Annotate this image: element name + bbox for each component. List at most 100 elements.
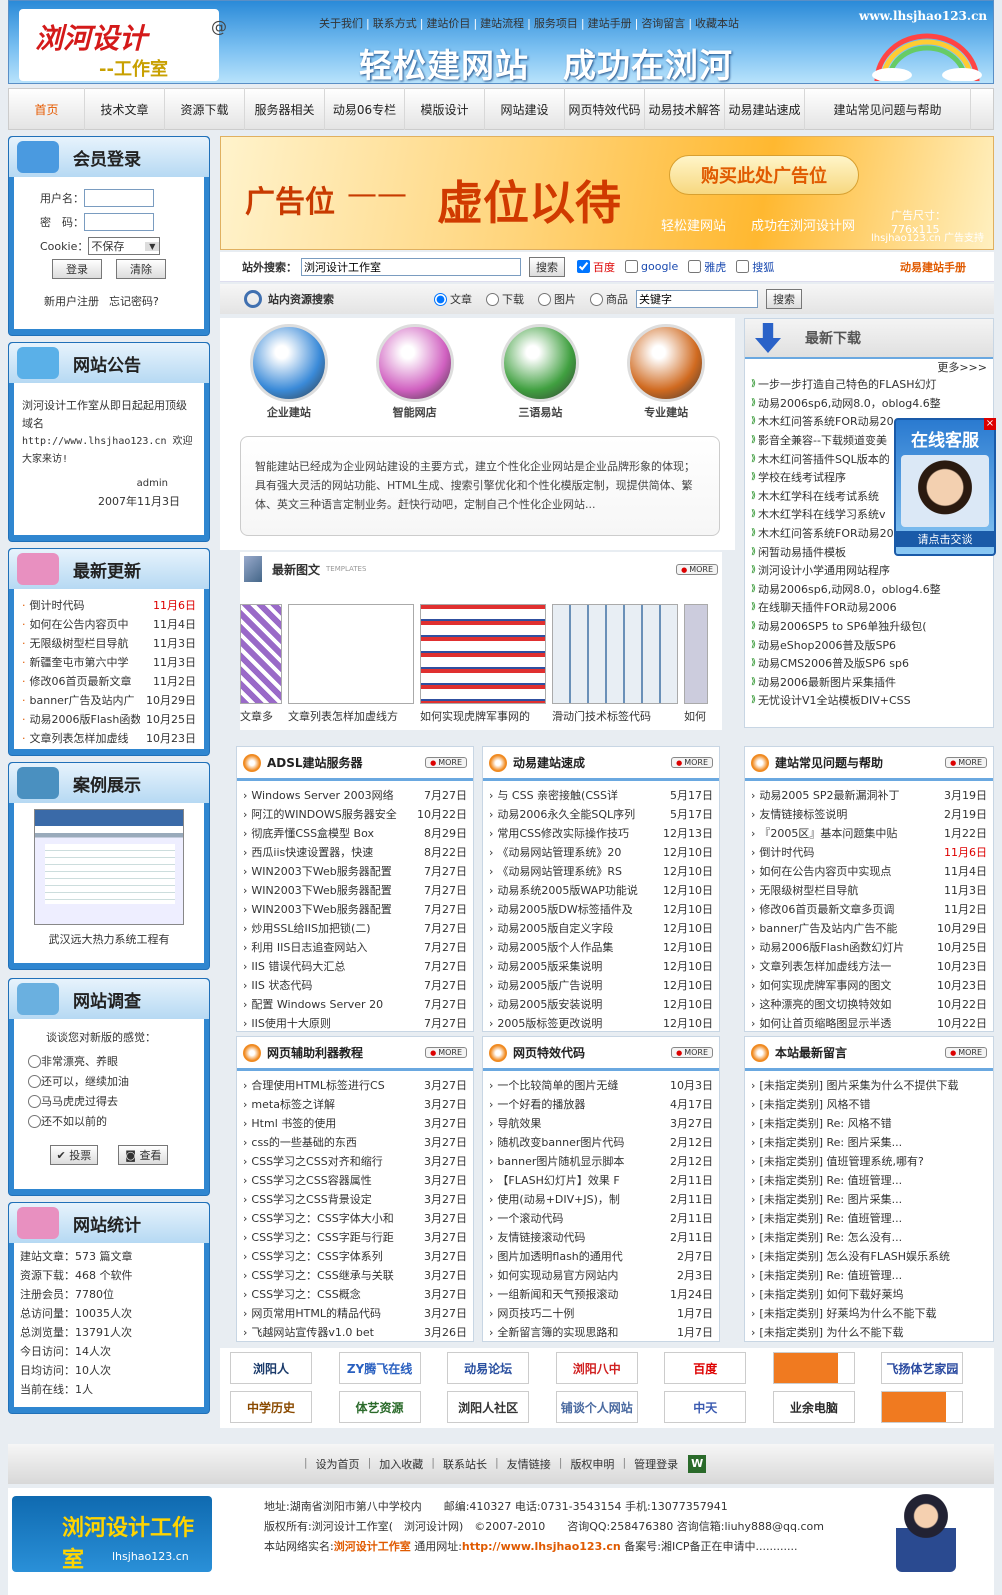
- list-item[interactable]: 配置 Windows Server 20 7月27日: [243, 994, 467, 1013]
- survey-radio[interactable]: [28, 1054, 41, 1068]
- list-item[interactable]: 常用CSS修改实际操作技巧 12月13日: [489, 823, 713, 842]
- list-item[interactable]: 这种漂亮的图文切换特效如 10月22日: [751, 994, 987, 1013]
- list-item[interactable]: 合理使用HTML标签进行CS 3月27日: [243, 1075, 467, 1094]
- list-item[interactable]: 修改06首页最新文章 11月2日: [22, 671, 197, 690]
- list-item[interactable]: IIS 状态代码 7月27日: [243, 975, 467, 994]
- list-item[interactable]: 如何实现动易官方网站内 2月3日: [489, 1265, 713, 1284]
- list-item[interactable]: 一个滚动代码 2月11日: [489, 1208, 713, 1227]
- friend-logo[interactable]: 浏阳人: [230, 1352, 312, 1384]
- list-item[interactable]: 图片加透明flash的通用代 2月7日: [489, 1246, 713, 1265]
- list-item[interactable]: IIS 错误代码大汇总 7月27日: [243, 956, 467, 975]
- list-item[interactable]: CSS学习之：CSS字体大小和 3月27日: [243, 1208, 467, 1227]
- list-item[interactable]: WIN2003下Web服务器配置 7月27日: [243, 861, 467, 880]
- friend-logo[interactable]: 中学历史: [230, 1391, 312, 1423]
- nav-item[interactable]: 动易建站速成: [725, 88, 805, 130]
- friend-logo[interactable]: 浏阳八中: [555, 1352, 638, 1384]
- friend-logo[interactable]: 业余电脑: [772, 1391, 855, 1423]
- list-item[interactable]: 如何在公告内容页中实现点 11月4日: [751, 861, 987, 880]
- list-item[interactable]: 修改06首页最新文章多页调 11月2日: [751, 899, 987, 918]
- list-item[interactable]: CSS学习之：CSS字距与行距 3月27日: [243, 1227, 467, 1246]
- list-item[interactable]: 2005版标签更改说明 12月10日: [489, 1013, 713, 1032]
- list-item[interactable]: 『2005区』基本问题集中贴 1月22日: [751, 823, 987, 842]
- list-item[interactable]: 动易2005版广告说明 12月10日: [489, 975, 713, 994]
- manual-link[interactable]: 动易建站手册: [900, 259, 966, 275]
- top-link[interactable]: 服务项目: [534, 17, 578, 30]
- list-item[interactable]: 一个比较简单的图片无缝 10月3日: [489, 1075, 713, 1094]
- more-button[interactable]: MORE: [671, 1047, 713, 1058]
- search-engine-checkbox[interactable]: [625, 260, 638, 273]
- friend-logo[interactable]: [772, 1352, 855, 1384]
- list-item[interactable]: 利用 IIS日志追查网站入 7月27日: [243, 937, 467, 956]
- search-type-option[interactable]: 图片: [538, 291, 576, 307]
- list-item[interactable]: meta标签之详解 3月27日: [243, 1094, 467, 1113]
- footer-link[interactable]: 管理登录: [634, 1456, 678, 1472]
- survey-option[interactable]: 非常漂亮、养眼: [22, 1051, 196, 1071]
- friend-logo[interactable]: 中天: [664, 1391, 747, 1423]
- more-button[interactable]: MORE: [945, 757, 987, 768]
- ad-banner[interactable]: 广告位 —— 虚位以待 购买此处广告位 轻松建网站 成功在浏河设计网 广告尺寸：…: [220, 136, 994, 250]
- password-input[interactable]: [84, 213, 154, 231]
- list-item[interactable]: 使用(动易+DIV+JS)，制 2月11日: [489, 1189, 713, 1208]
- list-item[interactable]: 动易2005版安装说明 12月10日: [489, 994, 713, 1013]
- list-item[interactable]: 飞越网站宣传器v1.0 bet 3月26日: [243, 1322, 467, 1341]
- footer-link[interactable]: 设为首页: [316, 1456, 360, 1472]
- list-item[interactable]: 炒用SSL给IIS加把锁(二) 7月27日: [243, 918, 467, 937]
- external-search-button[interactable]: 搜索: [529, 256, 565, 277]
- list-item[interactable]: 西瓜iis快速设置器，快速 8月22日: [243, 842, 467, 861]
- downloads-more-link[interactable]: 更多>>>: [745, 359, 993, 375]
- list-item[interactable]: CSS学习之CSS容器属性 3月27日: [243, 1170, 467, 1189]
- more-button[interactable]: MORE: [671, 757, 713, 768]
- download-item[interactable]: ⟫ 动易CMS2006普及版SP6 sp6: [751, 654, 987, 673]
- search-engine-checkbox[interactable]: [577, 260, 590, 273]
- download-item[interactable]: ⟫ 动易2006最新图片采集插件: [751, 673, 987, 692]
- search-engine-checkbox[interactable]: [688, 260, 702, 273]
- nav-item[interactable]: 网页特效代码: [565, 88, 645, 130]
- more-button[interactable]: MORE: [425, 757, 467, 768]
- list-item[interactable]: CSS学习之：CSS字体系列 3月27日: [243, 1246, 467, 1265]
- list-item[interactable]: 无限级树型栏目导航 11月3日: [751, 880, 987, 899]
- picture-item[interactable]: 滑动门技术标签代码: [552, 604, 678, 724]
- list-item[interactable]: [未指定类别] Re: 值班管理...: [751, 1170, 987, 1189]
- picture-item[interactable]: 如何实现虎牌军事网的: [420, 604, 546, 724]
- forgot-password-link[interactable]: 忘记密码?: [109, 293, 159, 309]
- nav-item[interactable]: 资源下载: [165, 88, 245, 130]
- more-button[interactable]: MORE: [425, 1047, 467, 1058]
- list-item[interactable]: [未指定类别] 风格不错: [751, 1094, 987, 1113]
- top-link[interactable]: 关于我们: [319, 17, 363, 30]
- list-item[interactable]: [未指定类别] Re: 值班管理...: [751, 1208, 987, 1227]
- list-item[interactable]: 【FLASH幻灯片】效果 F 2月11日: [489, 1170, 713, 1189]
- list-item[interactable]: banner广告及站内广 10月29日: [22, 690, 197, 709]
- search-type-radio[interactable]: [538, 292, 551, 306]
- survey-option[interactable]: 还可以，继续加油: [22, 1071, 196, 1091]
- list-item[interactable]: [未指定类别] Re: 风格不错: [751, 1113, 987, 1132]
- list-item[interactable]: WIN2003下Web服务器配置 7月27日: [243, 880, 467, 899]
- list-item[interactable]: 全新留言簿的实现思路和 1月7日: [489, 1322, 713, 1341]
- list-item[interactable]: [未指定类别] Re: 图片采集...: [751, 1132, 987, 1151]
- list-item[interactable]: 文章列表怎样加虚线 10月23日: [22, 728, 197, 747]
- footer-link[interactable]: 友情链接: [507, 1456, 551, 1472]
- list-item[interactable]: 导航效果 3月27日: [489, 1113, 713, 1132]
- service-item[interactable]: 智能网店: [365, 324, 465, 420]
- list-item[interactable]: banner图片随机显示脚本 2月12日: [489, 1151, 713, 1170]
- list-item[interactable]: 网页常用HTML的精品代码 3月27日: [243, 1303, 467, 1322]
- search-engine-option[interactable]: google: [625, 259, 678, 275]
- footer-link[interactable]: 版权申明: [570, 1456, 614, 1472]
- list-item[interactable]: 动易2005版个人作品集 12月10日: [489, 937, 713, 956]
- nav-item[interactable]: 模版设计: [405, 88, 485, 130]
- friend-logo[interactable]: [881, 1391, 964, 1423]
- survey-option[interactable]: 还不如以前的: [22, 1111, 196, 1131]
- list-item[interactable]: 动易2005版DW标签插件及 12月10日: [489, 899, 713, 918]
- username-input[interactable]: [84, 189, 154, 207]
- cookie-select[interactable]: 不保存 ▼: [88, 237, 161, 255]
- list-item[interactable]: 倒计时代码 11月6日: [751, 842, 987, 861]
- list-item[interactable]: Html 书签的使用 3月27日: [243, 1113, 467, 1132]
- list-item[interactable]: CSS学习之CSS对齐和缩行 3月27日: [243, 1151, 467, 1170]
- list-item[interactable]: 如何在公告内容页中 11月4日: [22, 614, 197, 633]
- list-item[interactable]: 一个好看的播放器 4月17日: [489, 1094, 713, 1113]
- survey-radio[interactable]: [28, 1114, 41, 1128]
- list-item[interactable]: 《动易网站管理系统》RS 12月10日: [489, 861, 713, 880]
- footer-link[interactable]: 联系站长: [443, 1456, 487, 1472]
- download-item[interactable]: ⟫ 一步一步打造自己特色的FLASH幻灯: [751, 375, 987, 394]
- list-item[interactable]: CSS学习之：CSS概念 3月27日: [243, 1284, 467, 1303]
- friend-logo[interactable]: 飞扬体艺家园: [881, 1352, 964, 1384]
